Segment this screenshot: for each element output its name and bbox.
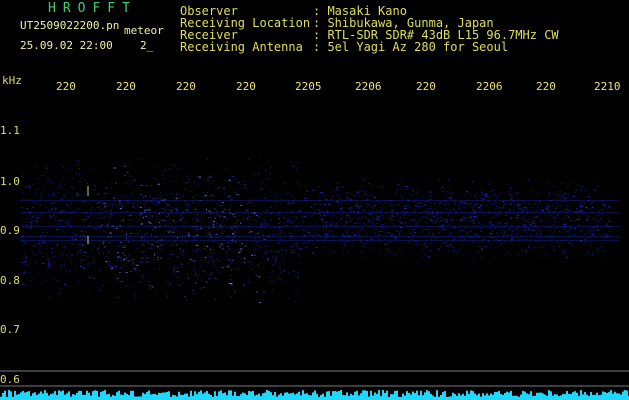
frequency-tick-label: 0.6: [0, 373, 20, 386]
time-tick-label: 220: [56, 80, 76, 93]
time-tick-label: 220: [536, 80, 556, 93]
frequency-tick-label: 1.1: [0, 124, 20, 137]
time-tick-label: 220: [236, 80, 256, 93]
time-tick-label: 2205: [295, 80, 322, 93]
signal-baseline: [0, 390, 629, 400]
spectrogram-plot: [0, 157, 629, 400]
time-tick-label: 220: [416, 80, 436, 93]
frequency-tick-label: 0.9: [0, 224, 20, 237]
time-tick-label: 220: [176, 80, 196, 93]
frequency-tick-label: 0.7: [0, 323, 20, 336]
time-tick-label: 2206: [355, 80, 382, 93]
time-tick-label: 220: [116, 80, 136, 93]
time-tick-label: 2210: [594, 80, 621, 93]
unit-label: kHz: [2, 74, 22, 87]
frequency-tick-label: 0.8: [0, 274, 20, 287]
frequency-tick-label: 1.0: [0, 175, 20, 188]
time-tick-label: 2206: [476, 80, 503, 93]
signal-noise-field: [20, 157, 620, 304]
